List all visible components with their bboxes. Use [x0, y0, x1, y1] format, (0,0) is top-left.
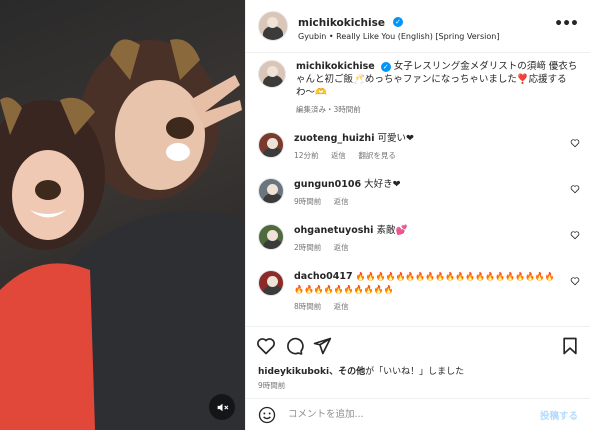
comment-time[interactable]: 2時間前 [294, 243, 321, 252]
heart-icon[interactable] [570, 276, 580, 286]
list-item: dacho0417 🔥🔥🔥🔥🔥🔥🔥🔥🔥🔥🔥🔥🔥🔥🔥🔥🔥🔥🔥🔥🔥🔥🔥🔥🔥🔥🔥🔥🔥🔥… [246, 270, 590, 313]
others-link[interactable]: 、その他 [329, 367, 365, 377]
caption: michikokichise ✓ 女子レスリング金メダリストの須﨑 優衣ちゃんと… [246, 60, 590, 116]
mute-button[interactable] [209, 394, 235, 420]
post-details-panel: michikokichise ✓ Gyubin • Really Like Yo… [245, 0, 590, 430]
reply-button[interactable]: 返信 [331, 151, 346, 160]
avatar[interactable] [258, 178, 284, 204]
avatar[interactable] [258, 60, 286, 88]
post-time[interactable]: 9時間前 [258, 380, 464, 391]
emoji-icon[interactable] [258, 406, 276, 424]
like-heart-icon[interactable] [256, 336, 276, 356]
comment-text: 素敵💕 [376, 225, 408, 236]
post-photo[interactable] [0, 0, 245, 430]
avatar[interactable] [258, 270, 284, 296]
comment-icon[interactable] [284, 336, 304, 356]
likes-text: が「いいね！」しました [365, 367, 465, 377]
list-item: ohganetuyoshi 素敵💕 2時間前 返信 [246, 224, 590, 254]
audio-track[interactable]: Gyubin • Really Like You (English) [Spri… [298, 32, 499, 41]
avatar[interactable] [258, 132, 284, 158]
reply-button[interactable]: 返信 [334, 197, 349, 206]
heart-icon[interactable] [570, 230, 580, 240]
avatar[interactable] [258, 224, 284, 250]
reply-button[interactable]: 返信 [334, 302, 349, 311]
list-item: zuoteng_huizhi 可愛い❤ 12分前 返信 翻訳を見る [246, 132, 590, 162]
post-comment-button[interactable]: 投稿する [540, 408, 578, 422]
speaker-muted-icon [217, 403, 228, 411]
bookmark-icon[interactable] [560, 336, 580, 356]
liker-username[interactable]: hideykikuboki [258, 367, 329, 377]
heart-icon[interactable] [570, 184, 580, 194]
heart-icon[interactable] [570, 138, 580, 148]
comment-text: 可愛い❤ [377, 133, 414, 144]
reply-button[interactable]: 返信 [334, 243, 349, 252]
caption-username[interactable]: michikokichise [296, 61, 375, 72]
verified-icon: ✓ [380, 61, 391, 72]
post-header: michikokichise ✓ Gyubin • Really Like Yo… [246, 0, 590, 53]
comment-username[interactable]: gungun0106 [294, 179, 361, 190]
action-bar [246, 326, 590, 367]
comment-input[interactable] [286, 408, 540, 421]
avatar[interactable] [258, 11, 288, 41]
comment-time[interactable]: 9時間前 [294, 197, 321, 206]
verified-icon: ✓ [393, 16, 404, 27]
add-comment-bar: 投稿する [246, 398, 590, 430]
more-options-icon[interactable]: ••• [554, 16, 579, 32]
comment-username[interactable]: zuoteng_huizhi [294, 133, 374, 144]
comment-time[interactable]: 12分前 [294, 151, 319, 160]
photo-illustration [0, 39, 245, 430]
comment-text: 大好き❤ [364, 179, 401, 190]
list-item: gungun0106 大好き❤ 9時間前 返信 [246, 178, 590, 208]
comment-time[interactable]: 8時間前 [294, 302, 321, 311]
post-username[interactable]: michikokichise [298, 17, 385, 29]
comment-username[interactable]: dacho0417 [294, 271, 353, 282]
comment-username[interactable]: ohganetuyoshi [294, 225, 373, 236]
comments-list: michikokichise ✓ 女子レスリング金メダリストの須﨑 優衣ちゃんと… [246, 52, 590, 324]
share-icon[interactable] [312, 336, 332, 356]
caption-meta: 編集済み・3時間前 [296, 105, 361, 114]
likes-summary: hideykikuboki、その他が「いいね！」しました 9時間前 [258, 364, 464, 391]
translate-button[interactable]: 翻訳を見る [358, 151, 396, 160]
